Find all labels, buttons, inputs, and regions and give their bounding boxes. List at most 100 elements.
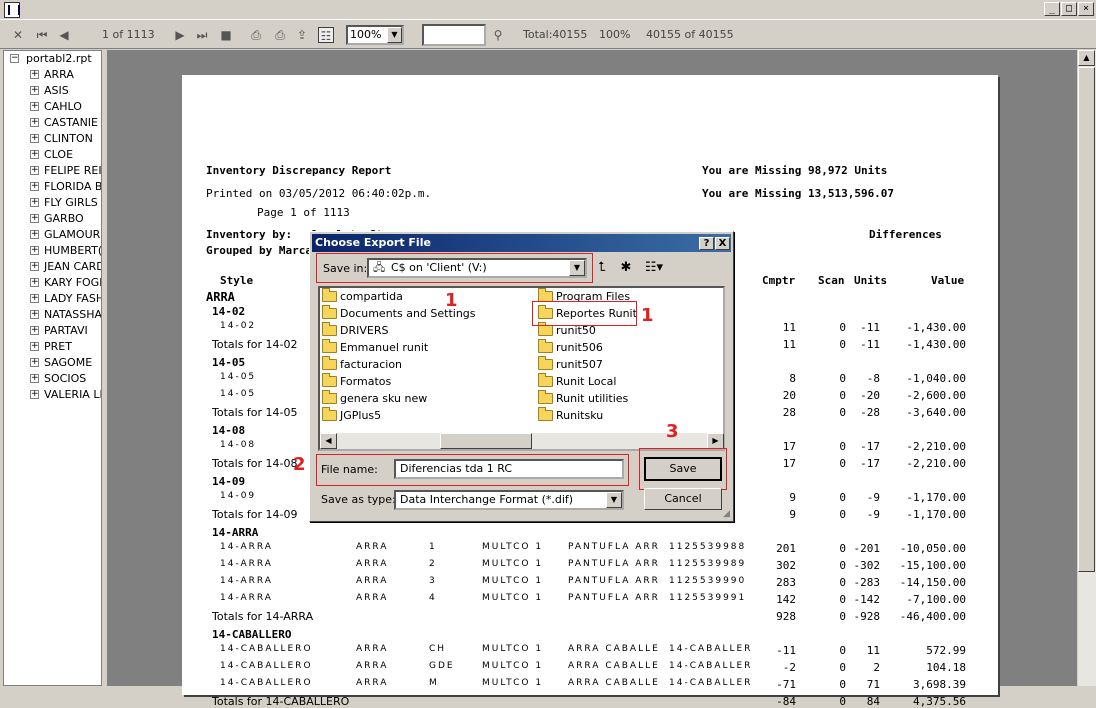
- tree-item[interactable]: + NATASSHA: [4, 307, 101, 323]
- tree-item[interactable]: + CLINTON: [4, 131, 101, 147]
- tree-item[interactable]: + CLOE: [4, 147, 101, 163]
- expand-icon[interactable]: +: [30, 326, 39, 335]
- folder-item[interactable]: runit506: [538, 339, 603, 356]
- expand-icon[interactable]: +: [30, 182, 39, 191]
- expand-icon[interactable]: +: [30, 166, 39, 175]
- file-list-hscrollbar[interactable]: ◀ ▶: [320, 433, 724, 449]
- folder-item[interactable]: Runitsku: [538, 407, 603, 424]
- expand-icon[interactable]: +: [30, 390, 39, 399]
- folder-item[interactable]: Runit Local: [538, 373, 616, 390]
- up-folder-icon[interactable]: ⮤: [593, 260, 611, 276]
- collapse-icon[interactable]: −: [10, 54, 19, 63]
- tree-item[interactable]: + VALERIA LI: [4, 387, 101, 403]
- tree-item[interactable]: + KARY FOGI: [4, 275, 101, 291]
- report-cell: MULTCO 1: [482, 576, 544, 586]
- folder-item[interactable]: genera sku new: [322, 390, 427, 407]
- tree-item[interactable]: + PARTAVI: [4, 323, 101, 339]
- expand-icon[interactable]: +: [30, 294, 39, 303]
- expand-icon[interactable]: +: [30, 310, 39, 319]
- folder-item[interactable]: compartida: [322, 288, 403, 305]
- search-input[interactable]: [422, 24, 486, 46]
- tree-item[interactable]: + ASIS: [4, 83, 101, 99]
- folder-item[interactable]: Emmanuel runit: [322, 339, 428, 356]
- expand-icon[interactable]: +: [30, 198, 39, 207]
- tree-item[interactable]: + HUMBERT(: [4, 243, 101, 259]
- save-button[interactable]: Save: [644, 457, 722, 481]
- save-as-type-select[interactable]: Data Interchange Format (*.dif) ▼: [394, 490, 624, 510]
- maximize-button[interactable]: □: [1061, 2, 1077, 16]
- vertical-scrollbar[interactable]: ▲: [1078, 50, 1096, 686]
- scroll-right-icon[interactable]: ▶: [707, 433, 724, 449]
- group-tree-icon[interactable]: ☷: [318, 27, 334, 43]
- tree-item[interactable]: + JEAN CARD: [4, 259, 101, 275]
- next-page-icon[interactable]: ▶: [172, 27, 188, 43]
- minimize-button[interactable]: _: [1044, 2, 1060, 16]
- expand-icon[interactable]: +: [30, 246, 39, 255]
- tree-item[interactable]: + SAGOME: [4, 355, 101, 371]
- folder-item[interactable]: facturacion: [322, 356, 402, 373]
- report-cell: -1,040.00: [906, 372, 966, 385]
- scroll-left-icon[interactable]: ◀: [320, 433, 337, 449]
- tree-item[interactable]: + GARBO: [4, 211, 101, 227]
- report-cell: -11: [776, 644, 796, 657]
- folder-item[interactable]: Runit utilities: [538, 390, 628, 407]
- previous-page-icon[interactable]: ◀: [56, 27, 72, 43]
- binoculars-search-icon[interactable]: ⚲: [490, 27, 506, 43]
- tree-item[interactable]: + FLY GIRLS: [4, 195, 101, 211]
- print-icon[interactable]: ⎙: [248, 27, 264, 43]
- folder-item[interactable]: DRIVERS: [322, 322, 388, 339]
- expand-icon[interactable]: +: [30, 134, 39, 143]
- expand-icon[interactable]: +: [30, 214, 39, 223]
- zoom-select[interactable]: 100% ▼: [346, 25, 404, 45]
- save-in-combo[interactable]: 🖧 C$ on 'Client' (V:) ▼: [367, 258, 587, 278]
- tree-item[interactable]: + CAHLO: [4, 99, 101, 115]
- tree-item[interactable]: + PRET: [4, 339, 101, 355]
- expand-icon[interactable]: +: [30, 262, 39, 271]
- help-button[interactable]: ?: [699, 237, 714, 250]
- tree-item[interactable]: + GLAMOUR: [4, 227, 101, 243]
- hscroll-thumb[interactable]: [440, 433, 532, 449]
- expand-icon[interactable]: +: [30, 118, 39, 127]
- tree-item[interactable]: + ARRA: [4, 67, 101, 83]
- expand-icon[interactable]: +: [30, 230, 39, 239]
- tree-item[interactable]: + FELIPE REI: [4, 163, 101, 179]
- save-in-dropdown-icon[interactable]: ▼: [569, 260, 585, 276]
- tree-item[interactable]: + LADY FASH: [4, 291, 101, 307]
- dialog-close-button[interactable]: X: [715, 237, 730, 250]
- export-icon[interactable]: ⇪: [294, 27, 310, 43]
- save-type-dropdown-icon[interactable]: ▼: [606, 492, 622, 508]
- folder-item[interactable]: Formatos: [322, 373, 391, 390]
- printer-setup-icon[interactable]: ⎙: [272, 27, 288, 43]
- folder-item[interactable]: runit507: [538, 356, 603, 373]
- tree-item[interactable]: + FLORIDA B: [4, 179, 101, 195]
- stop-icon[interactable]: ■: [218, 27, 234, 43]
- new-folder-icon[interactable]: ✱: [617, 260, 635, 276]
- tree-item[interactable]: + SOCIOS: [4, 371, 101, 387]
- cancel-button[interactable]: Cancel: [644, 488, 722, 510]
- scroll-thumb[interactable]: [1078, 67, 1095, 572]
- tree-root[interactable]: − portabl2.rpt: [4, 51, 101, 67]
- scroll-up-icon[interactable]: ▲: [1078, 50, 1095, 66]
- expand-icon[interactable]: +: [30, 358, 39, 367]
- file-name-input[interactable]: Diferencias tda 1 RC: [394, 459, 624, 479]
- expand-icon[interactable]: +: [30, 342, 39, 351]
- close-report-icon[interactable]: ✕: [10, 27, 26, 43]
- last-page-icon[interactable]: ⏭: [194, 27, 210, 43]
- zoom-dropdown-icon[interactable]: ▼: [387, 27, 402, 43]
- expand-icon[interactable]: +: [30, 102, 39, 111]
- expand-icon[interactable]: +: [30, 150, 39, 159]
- expand-icon[interactable]: +: [30, 278, 39, 287]
- expand-icon[interactable]: +: [30, 70, 39, 79]
- file-list[interactable]: ◀ ▶ compartida Documents and Settings DRIV…: [318, 286, 725, 451]
- report-cell: -9: [866, 491, 880, 504]
- folder-icon: [322, 322, 337, 336]
- close-window-button[interactable]: ×: [1078, 2, 1094, 16]
- expand-icon[interactable]: +: [30, 374, 39, 383]
- expand-icon[interactable]: +: [30, 86, 39, 95]
- folder-item[interactable]: JGPlus5: [322, 407, 381, 424]
- resize-grip-icon[interactable]: ◢: [723, 509, 730, 519]
- dialog-title: Choose Export File: [315, 236, 431, 249]
- tree-item[interactable]: + CASTANIE: [4, 115, 101, 131]
- view-menu-icon[interactable]: ☷▾: [641, 260, 667, 276]
- first-page-icon[interactable]: ⏮: [34, 27, 50, 43]
